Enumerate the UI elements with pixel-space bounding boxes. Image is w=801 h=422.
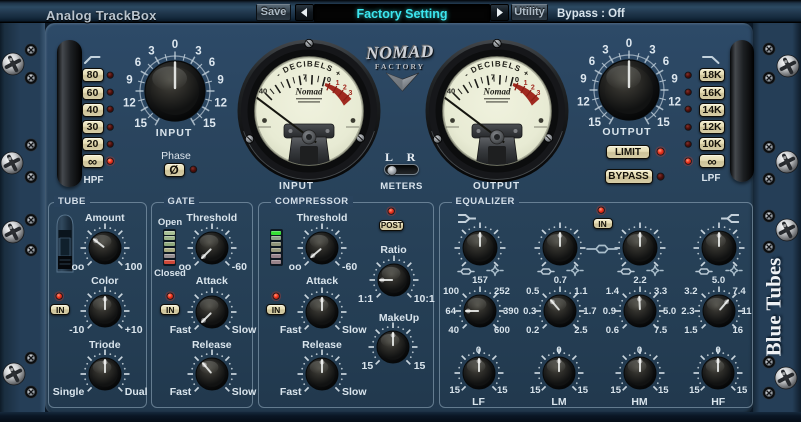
svg-text:3: 3 bbox=[649, 44, 655, 56]
svg-text:6: 6 bbox=[662, 56, 668, 68]
svg-text:12: 12 bbox=[123, 97, 136, 109]
svg-text:7: 7 bbox=[302, 73, 306, 82]
svg-text:3: 3 bbox=[602, 44, 608, 56]
svg-text:0: 0 bbox=[326, 75, 330, 84]
svg-text:6: 6 bbox=[588, 56, 594, 68]
svg-text:1: 1 bbox=[523, 80, 527, 87]
svg-text:3: 3 bbox=[195, 45, 201, 57]
svg-text:6: 6 bbox=[135, 57, 141, 69]
svg-text:9: 9 bbox=[126, 75, 132, 87]
svg-text:3: 3 bbox=[348, 90, 352, 97]
svg-text:2: 2 bbox=[530, 85, 534, 92]
svg-text:12: 12 bbox=[668, 96, 681, 108]
svg-text:0: 0 bbox=[625, 38, 631, 50]
svg-text:7: 7 bbox=[490, 73, 494, 82]
svg-text:3: 3 bbox=[148, 45, 154, 57]
svg-text:9: 9 bbox=[217, 75, 223, 87]
svg-text:12: 12 bbox=[577, 96, 590, 108]
svg-text:0: 0 bbox=[172, 39, 178, 51]
svg-text:9: 9 bbox=[580, 74, 586, 86]
svg-text:1: 1 bbox=[335, 80, 339, 87]
svg-text:40: 40 bbox=[446, 87, 454, 96]
svg-text:12: 12 bbox=[214, 97, 227, 109]
svg-text:6: 6 bbox=[209, 57, 215, 69]
svg-text:40: 40 bbox=[258, 87, 266, 96]
svg-text:Nomad: Nomad bbox=[482, 87, 511, 97]
svg-text:Nomad: Nomad bbox=[294, 87, 323, 97]
svg-text:9: 9 bbox=[671, 74, 677, 86]
svg-text:3: 3 bbox=[536, 90, 540, 97]
svg-text:2: 2 bbox=[342, 85, 346, 92]
svg-text:0: 0 bbox=[514, 75, 518, 84]
